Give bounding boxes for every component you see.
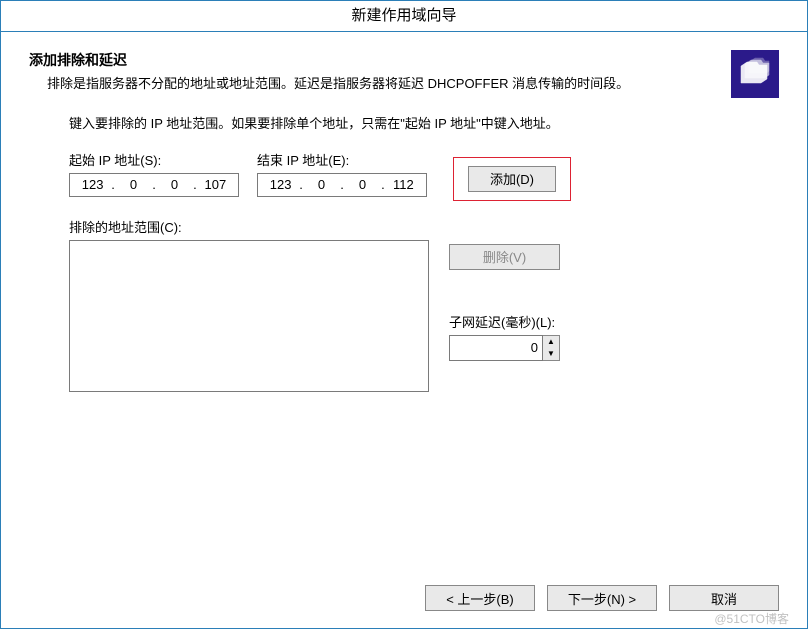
end-ip-block: 结束 IP 地址(E): 123. 0. 0. 112 <box>257 150 427 197</box>
watermark-text: @51CTO博客 <box>714 610 789 627</box>
start-ip-label: 起始 IP 地址(S): <box>69 150 239 169</box>
back-button[interactable]: < 上一步(B) <box>425 585 535 611</box>
section-heading: 添加排除和延迟 <box>29 50 779 70</box>
folders-icon <box>731 50 779 98</box>
delay-block: 子网延迟(毫秒)(L): ▲ ▼ <box>449 312 560 361</box>
excluded-listbox[interactable] <box>69 240 429 392</box>
delay-input[interactable] <box>449 335 543 361</box>
ip-row: 起始 IP 地址(S): 123. 0. 0. 107 结束 IP 地址(E):… <box>69 150 779 197</box>
spinner-up-icon[interactable]: ▲ <box>543 336 559 348</box>
end-ip-octet-1[interactable]: 123 <box>264 177 297 192</box>
spinner-down-icon[interactable]: ▼ <box>543 348 559 360</box>
instruction-text: 键入要排除的 IP 地址范围。如果要排除单个地址，只需在"起始 IP 地址"中键… <box>69 113 779 132</box>
add-button[interactable]: 添加(D) <box>468 166 556 192</box>
excluded-label: 排除的地址范围(C): <box>69 217 779 236</box>
delay-spinner[interactable]: ▲ ▼ <box>449 335 560 361</box>
wizard-footer: < 上一步(B) 下一步(N) > 取消 <box>425 585 779 611</box>
start-ip-octet-1[interactable]: 123 <box>76 177 109 192</box>
end-ip-octet-4[interactable]: 112 <box>387 177 420 192</box>
wizard-body: 添加排除和延迟 排除是指服务器不分配的地址或地址范围。延迟是指服务器将延迟 DH… <box>1 32 807 629</box>
start-ip-octet-2[interactable]: 0 <box>117 177 150 192</box>
delay-label: 子网延迟(毫秒)(L): <box>449 312 560 331</box>
excluded-row: 删除(V) 子网延迟(毫秒)(L): ▲ ▼ <box>69 240 779 392</box>
cancel-button[interactable]: 取消 <box>669 585 779 611</box>
start-ip-input[interactable]: 123. 0. 0. 107 <box>69 173 239 197</box>
spinner-arrows: ▲ ▼ <box>543 335 560 361</box>
form-area: 起始 IP 地址(S): 123. 0. 0. 107 结束 IP 地址(E):… <box>69 150 779 392</box>
end-ip-input[interactable]: 123. 0. 0. 112 <box>257 173 427 197</box>
end-ip-octet-3[interactable]: 0 <box>346 177 379 192</box>
start-ip-octet-3[interactable]: 0 <box>158 177 191 192</box>
add-button-highlight: 添加(D) <box>453 157 571 201</box>
start-ip-block: 起始 IP 地址(S): 123. 0. 0. 107 <box>69 150 239 197</box>
next-button[interactable]: 下一步(N) > <box>547 585 657 611</box>
end-ip-label: 结束 IP 地址(E): <box>257 150 427 169</box>
end-ip-octet-2[interactable]: 0 <box>305 177 338 192</box>
remove-button[interactable]: 删除(V) <box>449 244 560 270</box>
window-title: 新建作用域向导 <box>1 1 807 32</box>
wizard-window: 新建作用域向导 添加排除和延迟 排除是指服务器不分配的地址或地址范围。延迟是指服… <box>0 0 808 629</box>
right-column: 删除(V) 子网延迟(毫秒)(L): ▲ ▼ <box>449 240 560 361</box>
start-ip-octet-4[interactable]: 107 <box>199 177 232 192</box>
section-description: 排除是指服务器不分配的地址或地址范围。延迟是指服务器将延迟 DHCPOFFER … <box>47 74 687 95</box>
